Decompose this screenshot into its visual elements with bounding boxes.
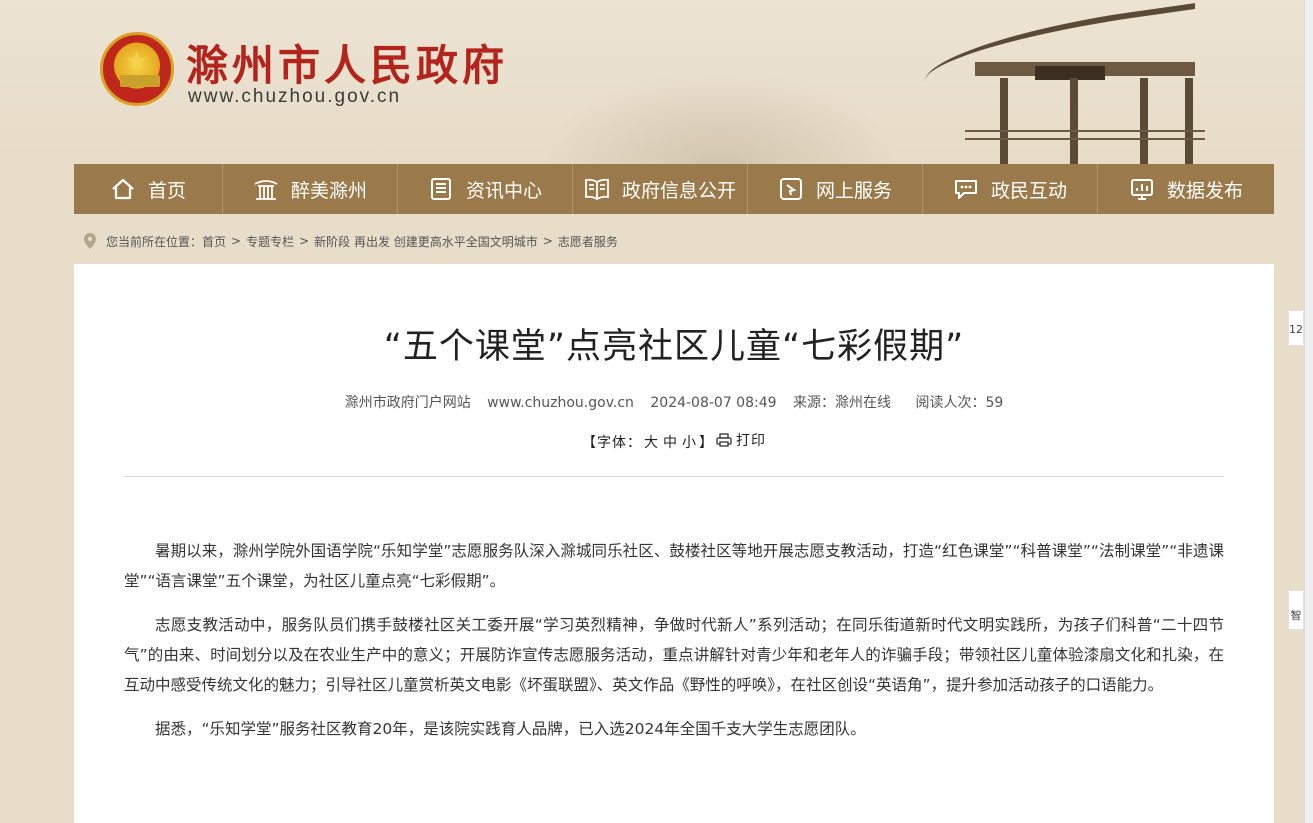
nav-gov-info[interactable]: 政府信息公开	[573, 164, 748, 214]
article-body: 暑期以来，滁州学院外国语学院“乐知学堂”志愿服务队深入滁城同乐社区、鼓楼社区等地…	[124, 536, 1224, 758]
pavilion-illustration	[905, 0, 1205, 164]
service-icon	[778, 177, 804, 201]
home-icon	[110, 177, 136, 201]
font-small-button[interactable]: 小	[682, 435, 697, 451]
breadcrumb-home[interactable]: 首页	[202, 233, 226, 250]
nav-label: 政民互动	[990, 179, 1067, 202]
location-pin-icon	[84, 233, 96, 249]
star-icon: ★	[125, 47, 149, 77]
nav-online-service[interactable]: 网上服务	[748, 164, 923, 214]
side-tab-smart[interactable]: 智	[1288, 590, 1304, 630]
meta-url: www.chuzhou.gov.cn	[487, 395, 634, 411]
national-emblem-logo[interactable]: ★	[100, 32, 174, 106]
font-size-prefix: 【字体：	[582, 435, 642, 451]
printer-icon	[716, 433, 732, 447]
breadcrumb-separator: >	[231, 234, 242, 248]
breadcrumb-separator: >	[542, 234, 553, 248]
main-nav: 首页 醉美滁州 资讯中心 政府信息公开 网上服务 政民互动 数据发布	[74, 164, 1274, 214]
decorative-hills	[540, 70, 900, 164]
site-header: ★ 滁州市人民政府 www.chuzhou.gov.cn	[0, 0, 1313, 164]
breadcrumb-civilized-city[interactable]: 新阶段 再出发 创建更高水平全国文明城市	[314, 233, 538, 250]
meta-source: 来源：滁州在线	[793, 395, 891, 411]
nav-label: 政府信息公开	[621, 179, 736, 202]
breadcrumb-volunteer[interactable]: 志愿者服务	[558, 233, 618, 250]
page-scrollbar[interactable]	[1304, 0, 1313, 823]
meta-reads: 阅读人次：59	[915, 395, 1004, 411]
side-tab-12[interactable]: 12	[1288, 310, 1304, 346]
nav-label: 网上服务	[815, 179, 892, 202]
meta-datetime: 2024-08-07 08:49	[650, 395, 777, 411]
font-medium-button[interactable]: 中	[663, 435, 678, 451]
breadcrumb-topics[interactable]: 专题专栏	[246, 233, 294, 250]
nav-label: 资讯中心	[465, 179, 542, 202]
nav-scenery[interactable]: 醉美滁州	[223, 164, 398, 214]
breadcrumb-prefix: 您当前所在位置：	[106, 234, 203, 249]
emblem-gate	[120, 75, 160, 87]
article-paragraph: 暑期以来，滁州学院外国语学院“乐知学堂”志愿服务队深入滁城同乐社区、鼓楼社区等地…	[124, 542, 1224, 590]
nav-news[interactable]: 资讯中心	[398, 164, 573, 214]
site-title[interactable]: 滁州市人民政府	[186, 32, 508, 93]
news-icon	[428, 177, 454, 201]
meta-site: 滁州市政府门户网站	[344, 395, 471, 411]
article-title: “五个课堂”点亮社区儿童“七彩假期”	[383, 327, 965, 367]
article-panel: “五个课堂”点亮社区儿童“七彩假期” 滁州市政府门户网站 www.chuzhou…	[74, 264, 1274, 823]
font-large-button[interactable]: 大	[644, 435, 659, 451]
article-paragraph: 志愿支教活动中，服务队员们携手鼓楼社区关工委开展“学习英烈精神，争做时代新人”系…	[124, 616, 1224, 694]
chart-icon	[1129, 177, 1155, 201]
chat-icon	[953, 177, 979, 201]
article-tools: 【字体：大中小】 打印	[74, 430, 1274, 452]
breadcrumb: 您当前所在位置： 首页 > 专题专栏 > 新阶段 再出发 创建更高水平全国文明城…	[84, 229, 618, 253]
nav-label: 数据发布	[1166, 179, 1243, 202]
nav-data[interactable]: 数据发布	[1098, 164, 1274, 214]
print-button[interactable]: 打印	[714, 430, 766, 450]
breadcrumb-separator: >	[299, 234, 310, 248]
article-paragraph: 据悉，“乐知学堂”服务社区教育20年，是该院实践育人品牌，已入选2024年全国千…	[155, 720, 866, 738]
font-size-suffix: 】	[699, 435, 714, 451]
nav-label: 首页	[147, 179, 186, 202]
nav-label: 醉美滁州	[290, 179, 367, 202]
pavilion-icon	[253, 177, 279, 201]
print-label: 打印	[736, 433, 766, 449]
nav-interaction[interactable]: 政民互动	[923, 164, 1098, 214]
article-divider	[124, 476, 1224, 477]
book-icon	[584, 177, 610, 201]
nav-home[interactable]: 首页	[74, 164, 223, 214]
site-url: www.chuzhou.gov.cn	[188, 86, 402, 107]
article-meta: 滁州市政府门户网站 www.chuzhou.gov.cn 2024-08-07 …	[74, 392, 1274, 412]
